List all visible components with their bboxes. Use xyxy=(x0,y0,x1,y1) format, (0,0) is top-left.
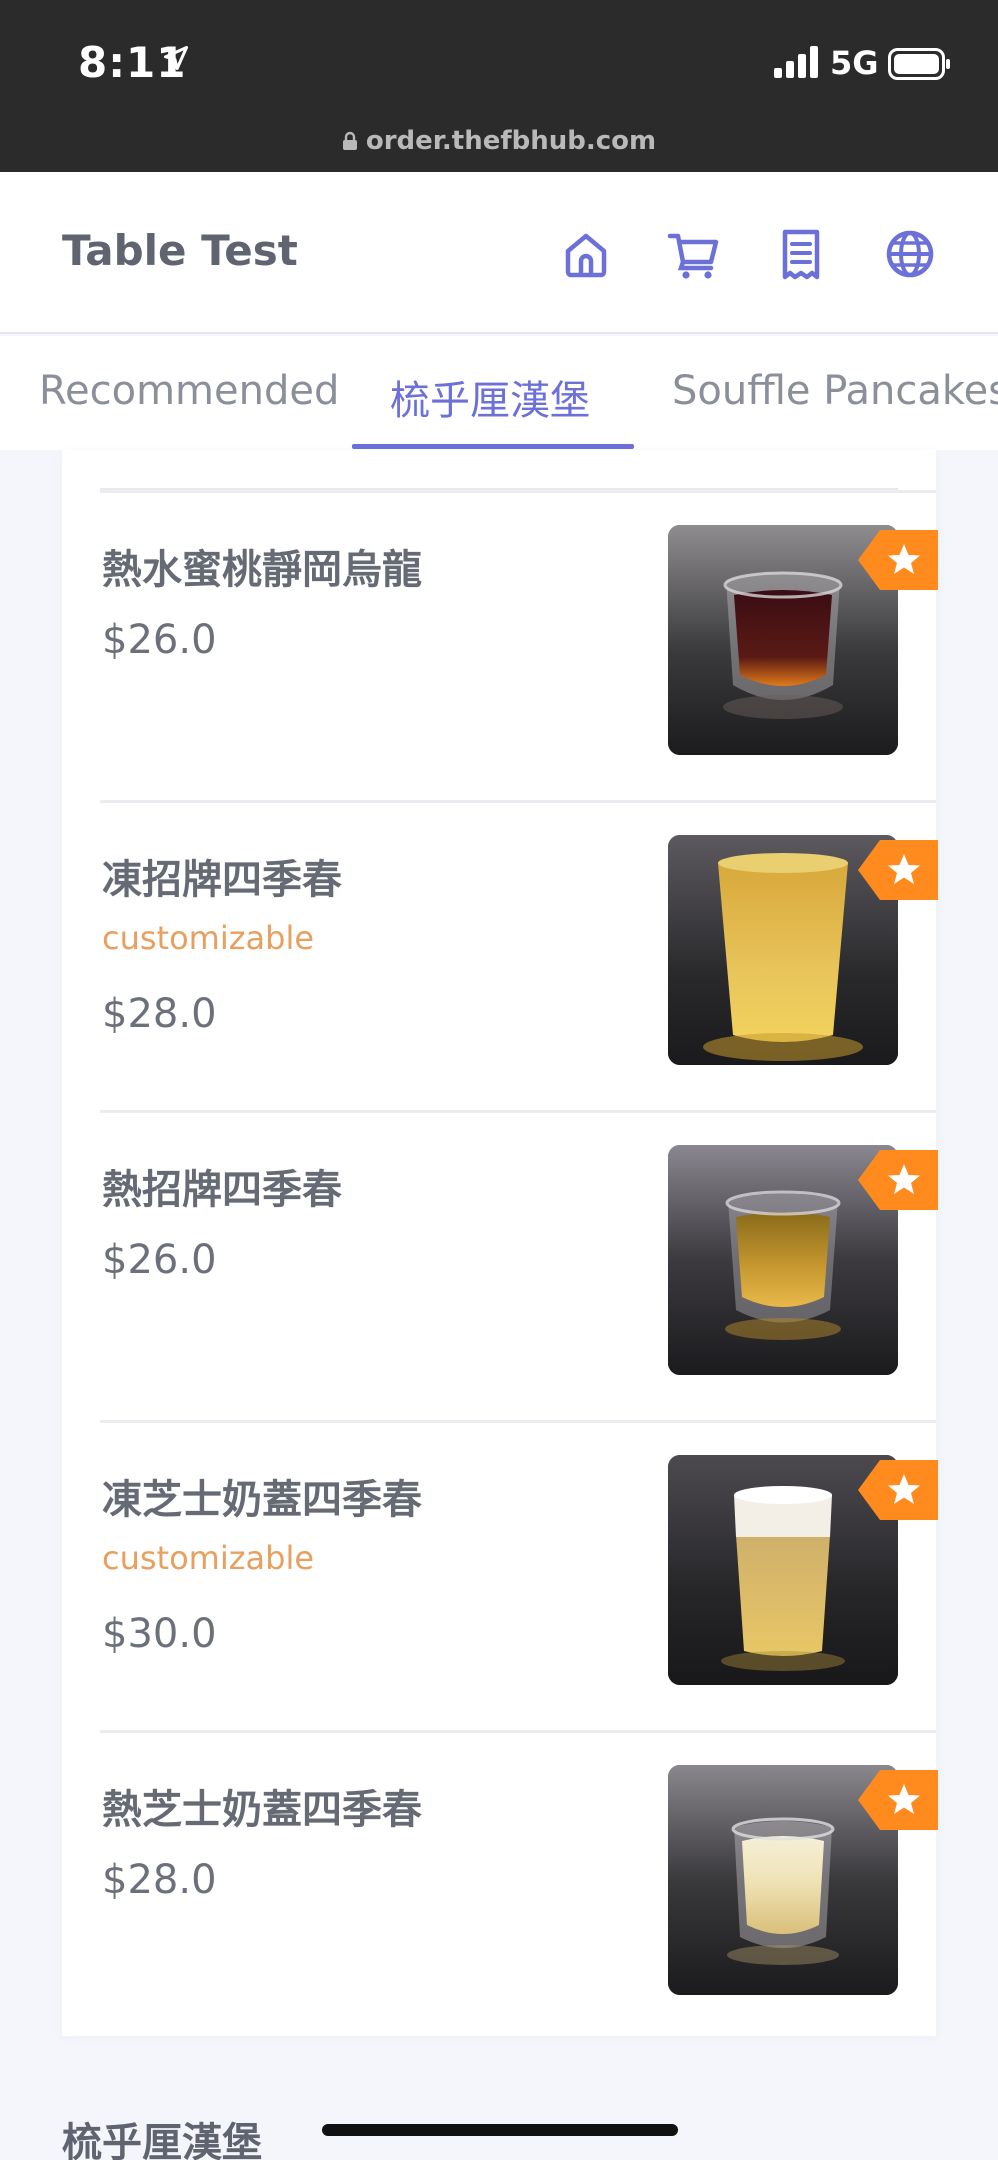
item-name: 熱芝士奶蓋四季春 xyxy=(102,1787,422,1833)
star-icon xyxy=(858,530,938,590)
star-icon xyxy=(858,1150,938,1210)
cart-button[interactable] xyxy=(664,224,724,284)
star-icon xyxy=(858,1460,938,1520)
signal-icon xyxy=(774,46,818,78)
network-type: 5G xyxy=(830,44,879,82)
category-tabs: Recommended 梳乎厘漢堡 Souffle Pancakes xyxy=(0,336,998,450)
lock-icon xyxy=(342,131,357,150)
tab-souffle-burger[interactable]: 梳乎厘漢堡 xyxy=(390,368,590,426)
app-header: Table Test xyxy=(0,172,998,334)
featured-badge xyxy=(858,1770,938,1830)
item-price: $26.0 xyxy=(102,617,217,663)
list-item[interactable]: 熱水蜜桃靜岡烏龍 $26.0 xyxy=(100,490,936,800)
featured-badge xyxy=(858,530,938,590)
list-item[interactable]: 凍芝士奶蓋四季春 customizable $30.0 xyxy=(100,1420,936,1730)
globe-icon xyxy=(886,230,934,278)
customizable-label: customizable xyxy=(102,919,315,957)
item-price: $26.0 xyxy=(102,1237,217,1283)
home-icon xyxy=(565,233,607,278)
item-price: $28.0 xyxy=(102,1857,217,1903)
status-bar: 8:11 5G order.thefbhub.com xyxy=(0,0,998,172)
star-icon xyxy=(858,1770,938,1830)
tab-souffle-pancakes[interactable]: Souffle Pancakes xyxy=(672,368,998,414)
battery-icon xyxy=(888,48,950,80)
list-item[interactable]: 熱招牌四季春 $26.0 xyxy=(100,1110,936,1420)
list-item[interactable]: 熱芝士奶蓋四季春 $28.0 xyxy=(100,1730,936,2040)
active-tab-indicator xyxy=(352,444,634,449)
featured-badge xyxy=(858,840,938,900)
tab-recommended[interactable]: Recommended xyxy=(39,368,339,414)
location-arrow-icon xyxy=(163,45,189,71)
receipt-icon xyxy=(782,229,820,280)
item-price: $30.0 xyxy=(102,1611,217,1657)
item-name: 熱水蜜桃靜岡烏龍 xyxy=(102,547,422,593)
featured-badge xyxy=(858,1460,938,1520)
url-bar[interactable]: order.thefbhub.com xyxy=(0,126,998,156)
orders-button[interactable] xyxy=(771,224,831,284)
product-list: 熱水蜜桃靜岡烏龍 $26.0 凍招牌四季春 customizable $28.0 xyxy=(62,450,936,2036)
section-title: 梳乎厘漢堡 xyxy=(62,2120,262,2160)
customizable-label: customizable xyxy=(102,1539,315,1577)
home-indicator[interactable] xyxy=(322,2124,678,2136)
item-name: 凍招牌四季春 xyxy=(102,857,342,903)
url-text: order.thefbhub.com xyxy=(365,126,657,156)
item-name: 熱招牌四季春 xyxy=(102,1167,342,1213)
item-name: 凍芝士奶蓋四季春 xyxy=(102,1477,422,1523)
home-button[interactable] xyxy=(556,224,616,284)
featured-badge xyxy=(858,1150,938,1210)
list-item[interactable]: 凍招牌四季春 customizable $28.0 xyxy=(100,800,936,1110)
page-title: Table Test xyxy=(62,226,298,275)
language-button[interactable] xyxy=(880,224,940,284)
cart-icon xyxy=(667,233,719,279)
star-icon xyxy=(858,840,938,900)
item-price: $28.0 xyxy=(102,991,217,1037)
